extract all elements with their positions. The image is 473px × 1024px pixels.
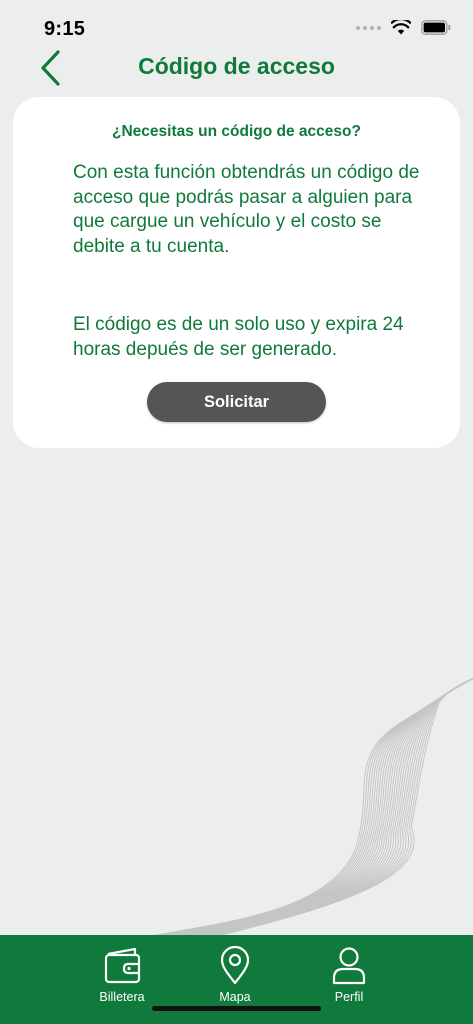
tab-perfil[interactable]: Perfil [309, 945, 389, 1004]
tab-label: Billetera [99, 990, 145, 1004]
wave-decoration [149, 677, 473, 936]
status-bar: 9:15 [0, 0, 473, 50]
tab-mapa[interactable]: Mapa [195, 945, 275, 1004]
status-time: 9:15 [44, 18, 86, 40]
tab-label: Perfil [334, 990, 364, 1004]
status-icons [356, 20, 451, 35]
card-expiry-note: El código es de un solo uso y expira 24 … [73, 314, 404, 360]
request-button[interactable]: Solicitar [147, 382, 326, 422]
home-indicator [152, 1006, 321, 1011]
card-description: Con esta función obtendrás un código de … [73, 162, 420, 257]
signal-icon [356, 25, 381, 30]
page-title: Código de acceso [138, 53, 335, 79]
tab-label: Mapa [219, 990, 251, 1004]
map-pin-icon [220, 945, 250, 985]
header: Código de acceso [0, 44, 473, 90]
user-icon [332, 947, 366, 985]
card-heading: ¿Necesitas un código de acceso? [112, 123, 361, 140]
wallet-icon [104, 947, 141, 984]
access-code-card: ¿Necesitas un código de acceso? Con esta… [13, 97, 460, 448]
tab-billetera[interactable]: Billetera [82, 945, 162, 1004]
battery-icon [421, 20, 451, 35]
wifi-icon [391, 20, 411, 35]
